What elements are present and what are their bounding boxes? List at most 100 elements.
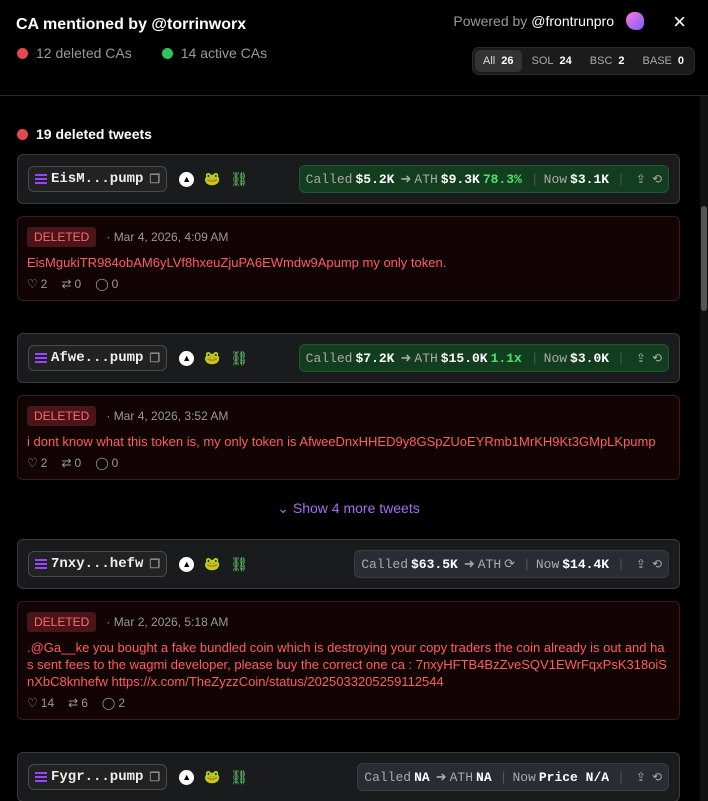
now-value: $3.1K	[570, 171, 610, 187]
tweet-meta: DELETED · Mar 2, 2026, 5:18 AM	[27, 612, 670, 632]
like-value: 2	[40, 277, 48, 291]
solana-icon	[35, 353, 47, 363]
ca-tools: ▲ 🐸 ⛓	[179, 350, 248, 367]
chain-tab-bsc[interactable]: BSC 2	[582, 50, 633, 72]
like-count: ♡ 2	[27, 277, 47, 291]
divider: |	[617, 769, 625, 785]
arrow-right-icon: ➜	[400, 171, 412, 187]
ca-bar: EisM...pump ❐ ▲ 🐸 ⛓ Called $5.2K ➜ ATH $9.3K 78.3%…	[17, 154, 680, 204]
share-icon[interactable]: ⇪	[636, 770, 646, 785]
ath-value: $9.3K	[440, 171, 480, 187]
chain-tab-label: BSC	[589, 55, 613, 67]
ca-address-chip[interactable]: Afwe...pump ❐	[28, 345, 168, 371]
chain-tab-count: 2	[618, 55, 625, 67]
called-label: Called	[305, 171, 353, 187]
link-icon[interactable]: ⛓	[230, 769, 248, 786]
scrollbar[interactable]	[700, 96, 708, 801]
refresh-icon[interactable]: ⟲	[652, 770, 662, 785]
ath-label: ATH	[449, 769, 474, 785]
refresh-icon[interactable]: ⟲	[652, 557, 662, 572]
reply-count: ◯ 2	[102, 696, 125, 710]
axiom-icon[interactable]: ▲	[179, 350, 195, 366]
tweet-card: DELETED · Mar 4, 2026, 4:09 AM EisMgukiTR9…	[17, 216, 680, 301]
ca-stats: Called $5.2K ➜ ATH $9.3K 78.3% | Now $3.1K | ⇪ ⟲	[298, 165, 669, 193]
heart-icon: ♡	[27, 456, 38, 470]
solana-icon	[35, 772, 47, 782]
close-icon[interactable]: ×	[673, 9, 686, 35]
share-icon[interactable]: ⇪	[636, 351, 646, 366]
now-value: $14.4K	[562, 556, 610, 572]
refresh-icon[interactable]: ⟲	[652, 172, 662, 187]
retweet-count: ⇄ 0	[61, 456, 81, 470]
share-icon[interactable]: ⇪	[636, 557, 646, 572]
now-label: Now	[543, 171, 568, 187]
ca-counts: 12 deleted CAs 14 active CAs	[17, 45, 267, 61]
divider: |	[523, 556, 531, 572]
tweet-date[interactable]: · Mar 4, 2026, 4:09 AM	[106, 230, 228, 244]
retweet-icon: ⇄	[68, 696, 79, 710]
tweet-date[interactable]: · Mar 2, 2026, 5:18 AM	[106, 615, 228, 629]
divider: |	[617, 556, 625, 572]
axiom-icon[interactable]: ▲	[179, 171, 195, 187]
chain-filter: All 26 SOL 24 BSC 2 BASE 0	[472, 47, 695, 75]
red-dot-icon	[17, 47, 28, 59]
frog-icon[interactable]: 🐸	[204, 171, 220, 187]
frog-icon[interactable]: 🐸	[204, 769, 220, 785]
copy-icon[interactable]: ❐	[149, 172, 160, 187]
frog-icon[interactable]: 🐸	[204, 350, 220, 366]
ath-value: $15.0K	[440, 350, 488, 366]
ca-address: Fygr...pump	[51, 769, 144, 785]
ca-address-chip[interactable]: EisM...pump ❐	[28, 166, 168, 192]
arrow-right-icon: ➜	[463, 556, 475, 572]
arrow-right-icon: ➜	[435, 769, 447, 785]
chain-tab-sol[interactable]: SOL 24	[524, 50, 580, 72]
deleted-badge: DELETED	[27, 612, 97, 632]
ca-bar: Fygr...pump ❐ ▲ 🐸 ⛓ Called NA ➜ ATH NA | Now Price N…	[17, 752, 680, 801]
modal-title: CA mentioned by @torrinworx	[16, 16, 247, 33]
copy-icon[interactable]: ❐	[149, 770, 160, 785]
frog-icon[interactable]: 🐸	[204, 556, 220, 572]
link-icon[interactable]: ⛓	[230, 556, 248, 573]
retweet-icon: ⇄	[61, 456, 72, 470]
refresh-icon[interactable]: ⟲	[652, 351, 662, 366]
scrollbar-thumb[interactable]	[701, 206, 707, 311]
tweet-actions: ♡ 2 ⇄ 0 ◯ 0	[27, 456, 670, 470]
chain-tab-count: 0	[677, 55, 684, 67]
now-label: Now	[543, 350, 568, 366]
copy-icon[interactable]: ❐	[149, 351, 160, 366]
share-icon[interactable]: ⇪	[636, 172, 646, 187]
now-label: Now	[512, 769, 536, 785]
link-icon[interactable]: ⛓	[230, 171, 248, 188]
divider: |	[499, 769, 508, 785]
ca-bar: 7nxy...hefw ❐ ▲ 🐸 ⛓ Called $63.5K ➜ ATH ⟳ | Now $14.…	[17, 539, 680, 589]
ca-address-chip[interactable]: 7nxy...hefw ❐	[28, 551, 168, 577]
copy-icon[interactable]: ❐	[149, 557, 160, 572]
axiom-icon[interactable]: ▲	[179, 769, 195, 785]
tweet-actions: ♡ 2 ⇄ 0 ◯ 0	[27, 277, 670, 291]
ca-address: 7nxy...hefw	[51, 556, 144, 572]
tweet-text: .@Ga__ke you bought a fake bundled coin …	[27, 640, 667, 689]
ca-tools: ▲ 🐸 ⛓	[179, 556, 248, 573]
tweet-date[interactable]: · Mar 4, 2026, 3:52 AM	[106, 409, 228, 423]
ath-label: ATH	[414, 171, 438, 187]
ca-address-chip[interactable]: Fygr...pump ❐	[28, 764, 168, 790]
chain-tab-base[interactable]: BASE 0	[635, 50, 692, 72]
link-icon[interactable]: ⛓	[230, 350, 248, 367]
tweet-card: DELETED · Mar 4, 2026, 3:52 AM i dont know…	[17, 395, 680, 480]
powered-handle-link[interactable]: @frontrunpro	[531, 13, 614, 29]
chain-tab-all[interactable]: All 26	[475, 50, 522, 72]
refresh-ath-icon[interactable]: ⟳	[504, 557, 515, 572]
tweet-text: EisMgukiTR984obAM6yLVf8hxeuZjuPA6EWmdw9A…	[27, 255, 447, 270]
tweet-meta: DELETED · Mar 4, 2026, 3:52 AM	[27, 406, 670, 426]
tweet-text: i dont know what this token is, my only …	[27, 434, 656, 449]
show-more-button[interactable]: ⌄ Show 4 more tweets	[17, 500, 680, 517]
chain-tab-count: 26	[501, 55, 514, 67]
now-value: $3.0K	[570, 350, 610, 366]
heart-icon: ♡	[27, 277, 38, 291]
reply-value: 0	[111, 277, 119, 291]
now-value: Price N/A	[538, 769, 610, 785]
ath-value: NA	[476, 769, 492, 785]
axiom-icon[interactable]: ▲	[179, 556, 195, 572]
heart-icon: ♡	[27, 696, 38, 710]
tweet-actions: ♡ 14 ⇄ 6 ◯ 2	[27, 696, 670, 710]
